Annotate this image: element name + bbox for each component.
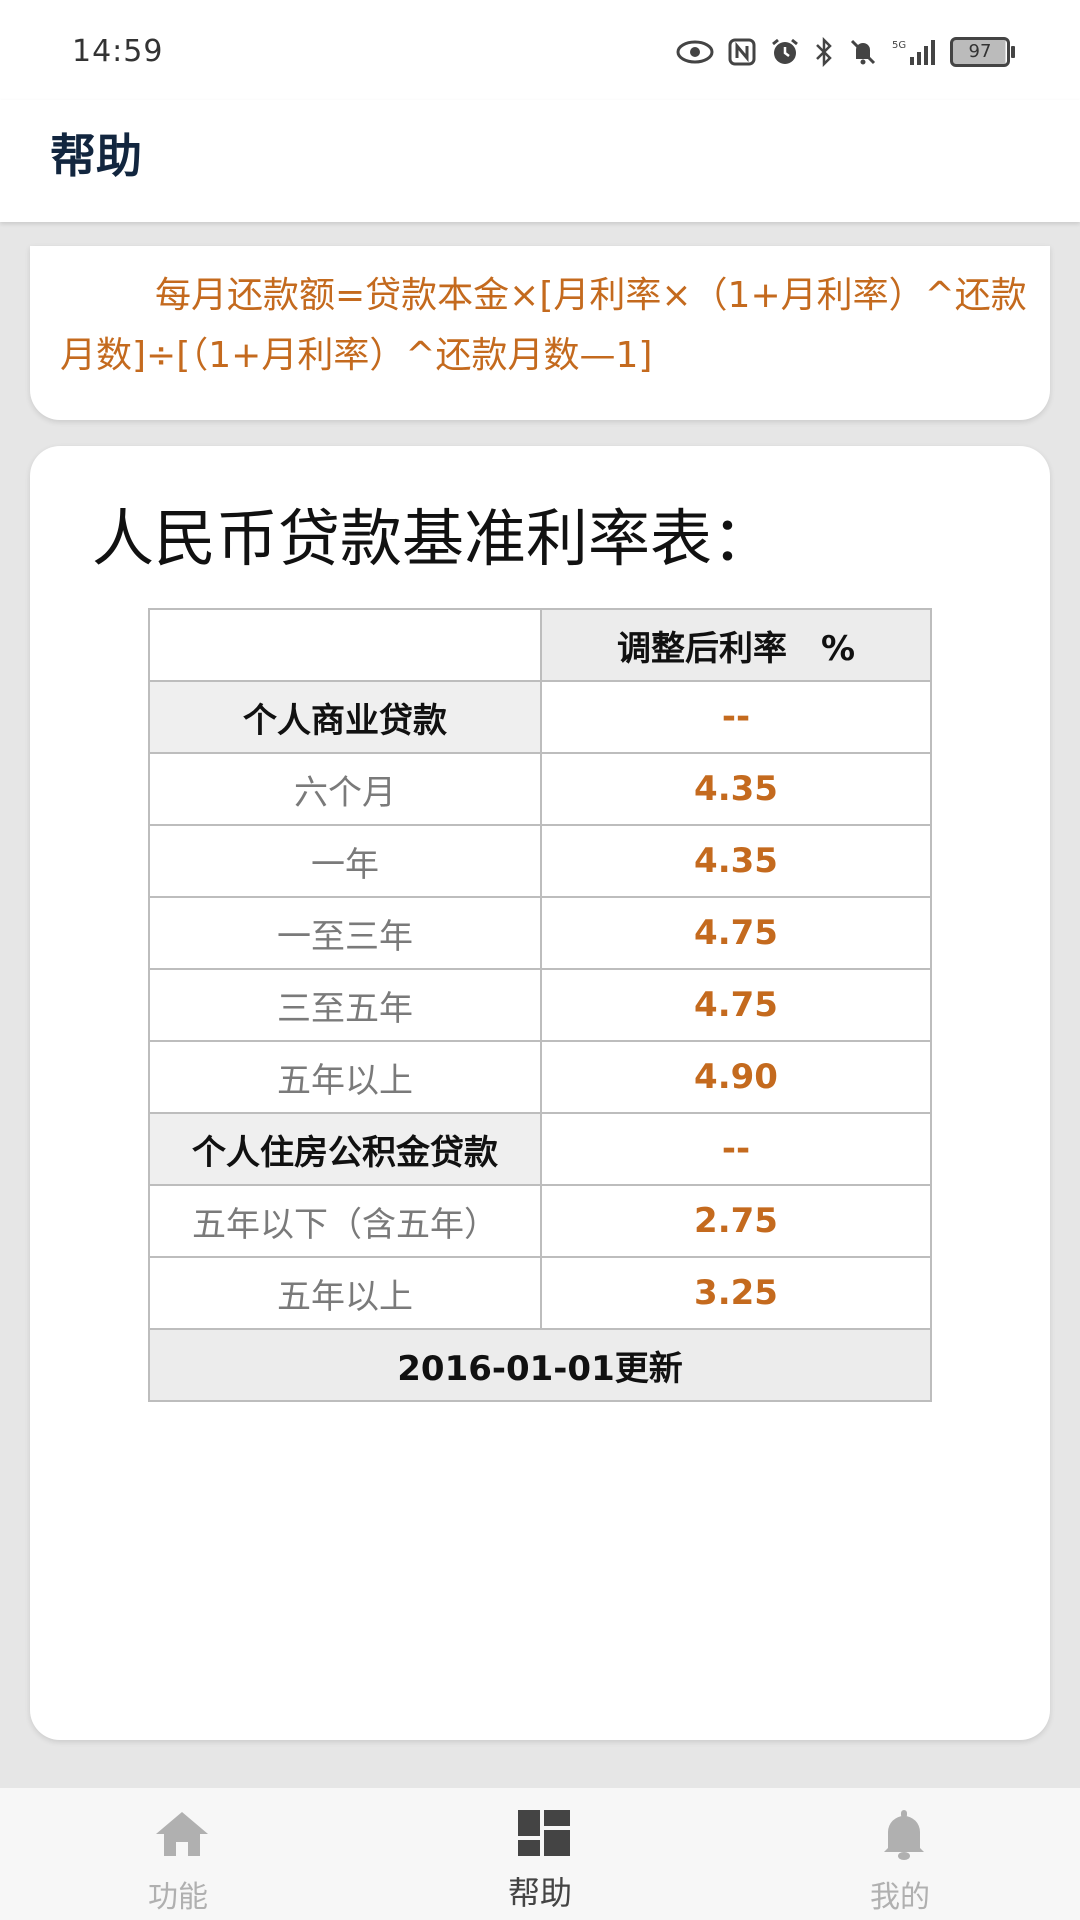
formula-card: 每月还款额=贷款本金×[月利率×（1+月利率）^还款月数]÷[（1+月利率）^还… [30, 246, 1050, 420]
nav-label: 功能 [148, 1880, 208, 1915]
table-row: 一至三年 4.75 [148, 896, 932, 970]
table-row: 三至五年 4.75 [148, 968, 932, 1042]
rate-cell: 4.75 [540, 968, 932, 1042]
nav-item-mine[interactable]: 我的 [800, 1788, 1000, 1920]
nfc-icon [728, 38, 756, 66]
table-row: 五年以上 3.25 [148, 1256, 932, 1330]
bottom-nav: 功能 帮助 我的 [0, 1788, 1080, 1920]
status-icons: 5G 97 [676, 34, 1015, 70]
nav-label: 帮助 [507, 1874, 572, 1912]
table-header-row: 调整后利率 % [148, 608, 932, 682]
bell-icon [874, 1808, 934, 1860]
app-header: 帮助 [0, 100, 1080, 222]
update-date: 2016-01-01更新 [148, 1328, 932, 1402]
rate-cell: 4.35 [540, 752, 932, 826]
rate-cell: 4.90 [540, 1040, 932, 1114]
table-row: 六个月 4.35 [148, 752, 932, 826]
term-cell: 一年 [148, 824, 542, 898]
term-cell: 三至五年 [148, 968, 542, 1042]
term-cell: 一至三年 [148, 896, 542, 970]
rate-cell: 4.75 [540, 896, 932, 970]
nav-label: 我的 [870, 1880, 930, 1915]
rate-cell: 2.75 [540, 1184, 932, 1258]
category-housing-fund: 个人住房公积金贷款 [148, 1112, 542, 1186]
formula-text: 每月还款额=贷款本金×[月利率×（1+月利率）^还款月数]÷[（1+月利率）^还… [60, 275, 1027, 376]
header-empty-cell [148, 608, 542, 682]
nav-item-help[interactable]: 帮助 [440, 1788, 640, 1920]
page-title: 帮助 [50, 129, 142, 183]
bluetooth-icon [814, 37, 834, 67]
term-cell: 五年以上 [148, 1040, 542, 1114]
term-cell: 五年以上 [148, 1256, 542, 1330]
status-bar: 14:59 5G 97 [0, 0, 1080, 100]
table-footer-row: 2016-01-01更新 [148, 1328, 932, 1402]
term-cell: 五年以下（含五年） [148, 1184, 542, 1258]
table-row: 个人住房公积金贷款 -- [148, 1112, 932, 1186]
table-row: 一年 4.35 [148, 824, 932, 898]
column-header-rate: 调整后利率 % [540, 608, 932, 682]
table-row: 个人商业贷款 -- [148, 680, 932, 754]
eye-icon [676, 39, 714, 65]
home-icon [152, 1808, 212, 1860]
category-commercial: 个人商业贷款 [148, 680, 542, 754]
category-value: -- [540, 1112, 932, 1186]
alarm-icon [770, 37, 800, 67]
mute-icon [848, 37, 878, 67]
term-cell: 六个月 [148, 752, 542, 826]
rate-cell: 4.35 [540, 824, 932, 898]
rate-cell: 3.25 [540, 1256, 932, 1330]
nav-item-features[interactable]: 功能 [78, 1788, 278, 1920]
battery-icon: 97 [950, 37, 1015, 67]
table-row: 五年以下（含五年） 2.75 [148, 1184, 932, 1258]
rate-table: 调整后利率 % 个人商业贷款 -- 六个月 4.35 一年 4.35 一至三年 … [148, 608, 932, 1402]
table-row: 五年以上 4.90 [148, 1040, 932, 1114]
signal-5g-icon: 5G [892, 37, 936, 67]
rate-table-card: 人民币贷款基准利率表： 调整后利率 % 个人商业贷款 -- 六个月 4.35 一… [30, 446, 1050, 1740]
category-value: -- [540, 680, 932, 754]
svg-text:5G: 5G [892, 40, 906, 51]
status-time: 14:59 [72, 34, 164, 69]
table-title: 人民币贷款基准利率表： [92, 502, 775, 575]
dashboard-icon [514, 1808, 574, 1860]
